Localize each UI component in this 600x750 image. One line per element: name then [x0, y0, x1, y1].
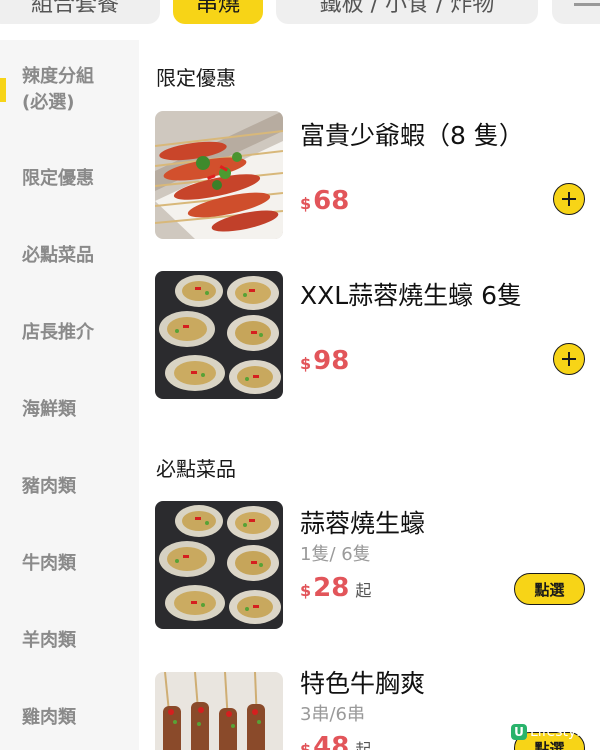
sidebar-item-beef[interactable]: 牛肉類: [0, 551, 139, 577]
sidebar-item-chicken[interactable]: 雞肉類: [0, 705, 139, 731]
sidebar-item-limited-offer[interactable]: 限定優惠: [0, 166, 139, 192]
sidebar-item-lamb[interactable]: 羊肉類: [0, 628, 139, 654]
sidebar-item-sublabel: (必選): [22, 92, 75, 113]
currency-symbol: $: [300, 581, 312, 600]
plus-icon: [562, 352, 576, 366]
item-name[interactable]: 富貴少爺蝦（8 隻）: [300, 116, 524, 152]
select-options-button[interactable]: 點選: [514, 573, 585, 605]
item-name[interactable]: XXL蒜蓉燒生蠔 6隻: [300, 276, 522, 312]
category-sidebar: 辣度分組 (必選) 限定優惠 必點菜品 店長推介 海鮮類 豬肉類 牛肉類 羊肉類…: [0, 40, 139, 750]
menu-list: 限定優惠 富貴少爺蝦（8 隻） $ 68 XXL蒜蓉燒生蠔 6隻 $ 98 必點…: [139, 40, 600, 750]
price-value: 68: [313, 186, 350, 216]
item-price: $ 28 起: [300, 573, 371, 603]
section-title-must-order: 必點菜品: [156, 457, 236, 481]
prawn-skewers-image[interactable]: [155, 111, 283, 239]
section-title-limited-offer: 限定優惠: [156, 66, 236, 90]
category-tab-bar: 組合套餐 串燒 鐵板 / 小食 / 炸物: [0, 0, 600, 40]
sidebar-item-manager-picks[interactable]: 店長推介: [0, 320, 139, 346]
sidebar-item-must-order[interactable]: 必點菜品: [0, 243, 139, 269]
price-value: 98: [313, 346, 350, 376]
item-price: $ 48 起: [300, 732, 371, 750]
garlic-oysters-image[interactable]: [155, 501, 283, 629]
add-button[interactable]: [553, 343, 585, 375]
item-variant: 1隻/ 6隻: [300, 544, 371, 565]
beef-skewers-image[interactable]: [155, 672, 283, 750]
item-price: $ 68: [300, 186, 349, 216]
menu-icon: [574, 3, 600, 6]
add-button[interactable]: [553, 183, 585, 215]
garlic-oysters-image[interactable]: [155, 271, 283, 399]
tab-more[interactable]: [552, 0, 600, 24]
plus-icon: [562, 192, 576, 206]
tab-combo-sets[interactable]: 組合套餐: [0, 0, 160, 24]
item-variant: 3串/6串: [300, 704, 365, 725]
price-suffix: 起: [355, 740, 372, 750]
sidebar-item-spice-level[interactable]: 辣度分組 (必選): [0, 64, 139, 116]
item-price: $ 98: [300, 346, 349, 376]
sidebar-item-seafood[interactable]: 海鮮類: [0, 397, 139, 423]
currency-symbol: $: [300, 740, 312, 750]
price-suffix: 起: [355, 581, 372, 600]
watermark: U Lifestyle: [511, 724, 589, 740]
item-name[interactable]: 蒜蓉燒生蠔: [300, 504, 425, 540]
item-name[interactable]: 特色牛胸爽: [300, 664, 425, 700]
tab-teppanyaki-snacks[interactable]: 鐵板 / 小食 / 炸物: [276, 0, 538, 24]
currency-symbol: $: [300, 194, 312, 213]
sidebar-item-label: 辣度分組: [22, 66, 94, 87]
sidebar-item-pork[interactable]: 豬肉類: [0, 474, 139, 500]
tab-skewers[interactable]: 串燒: [173, 0, 263, 24]
watermark-logo: U: [511, 724, 527, 740]
app-screen: 組合套餐 串燒 鐵板 / 小食 / 炸物 辣度分組 (必選) 限定優惠 必點菜品…: [0, 0, 600, 750]
watermark-text: Lifestyle: [530, 724, 589, 740]
price-value: 28: [313, 573, 350, 603]
price-value: 48: [313, 732, 350, 750]
currency-symbol: $: [300, 354, 312, 373]
